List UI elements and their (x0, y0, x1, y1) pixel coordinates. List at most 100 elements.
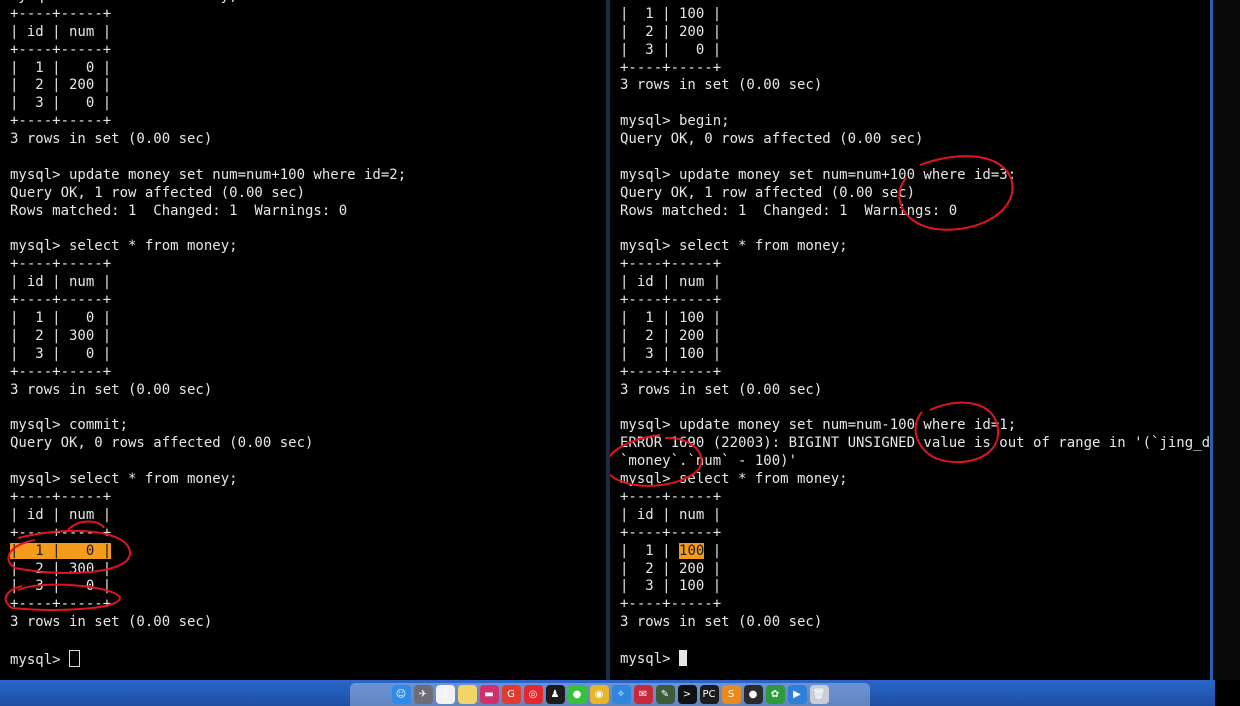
left-terminal-line (10, 221, 406, 239)
right-terminal-line-text: | id | num | (620, 506, 722, 523)
right-terminal-prompt-line[interactable]: mysql> (620, 649, 1210, 668)
right-terminal-line-text: +----+-----+ (620, 0, 721, 4)
left-terminal-line: | id | num | (10, 507, 406, 525)
left-terminal-line-text: Rows matched: 1 Changed: 1 Warnings: 0 (10, 202, 348, 219)
right-terminal-line: | 3 | 0 | (620, 42, 1210, 60)
left-terminal-line: +----+-----+ (10, 525, 406, 543)
finder-icon[interactable]: ☺ (391, 685, 411, 704)
right-terminal-line-text: +----+-----+ (620, 256, 722, 273)
left-terminal-line-text: | id | num | (10, 23, 112, 40)
left-terminal-line (10, 399, 406, 417)
pycharm-icon[interactable]: PC (699, 685, 719, 704)
safari-icon[interactable]: ✧ (611, 685, 631, 704)
left-terminal-line: +----+-----+ (10, 292, 406, 310)
music-app-icon[interactable]: G (501, 685, 521, 704)
right-terminal-line-text: 3 rows in set (0.00 sec) (620, 77, 823, 94)
right-terminal-line-text: `money`.`num` - 100)' (620, 453, 798, 470)
left-terminal-line-text: | id | num | (10, 506, 112, 523)
right-terminal-pane[interactable]: +----+-----+| 1 | 100 || 2 | 200 || 3 | … (610, 0, 1210, 680)
right-terminal-line: +----+-----+ (620, 60, 1210, 78)
right-terminal-line: mysql> update money set num=num+100 wher… (620, 167, 1210, 185)
left-terminal-line: Rows matched: 1 Changed: 1 Warnings: 0 (10, 203, 406, 221)
netease-icon[interactable]: ✉ (633, 685, 653, 704)
left-terminal-line-text: | 1 | 0 | (10, 310, 112, 327)
left-terminal-line: | id | num | (10, 24, 406, 42)
left-terminal-line: +----+-----+ (10, 113, 406, 131)
left-terminal-line: +----+-----+ (10, 489, 406, 507)
left-terminal-line-text: 3 rows in set (0.00 sec) (10, 381, 213, 398)
left-terminal-line: | 1 | 0 | (10, 542, 406, 561)
left-terminal-cursor (69, 649, 81, 667)
right-terminal-line-text: 3 rows in set (0.00 sec) (620, 614, 823, 631)
left-terminal-line (10, 632, 406, 650)
right-terminal-line-text: 3 rows in set (0.00 sec) (620, 381, 823, 398)
photo-app-icon[interactable]: ▬ (479, 685, 499, 704)
right-terminal-line-text: +----+-----+ (620, 488, 722, 505)
right-terminal-line: | id | num | (620, 274, 1210, 292)
right-terminal-line (620, 399, 1210, 417)
left-terminal-line-text: +----+-----+ (10, 256, 112, 273)
right-terminal-line: ERROR 1690 (22003): BIGINT UNSIGNED valu… (620, 435, 1210, 453)
left-terminal-line-text: +----+-----+ (10, 41, 112, 58)
right-terminal-line: Rows matched: 1 Changed: 1 Warnings: 0 (620, 203, 1210, 221)
right-terminal-line-text: | 1 | 100 | (620, 310, 722, 327)
right-terminal-line-text: mysql> update money set num=num+100 wher… (620, 166, 1017, 183)
left-terminal-highlighted-row: | 1 | 0 | (10, 542, 112, 559)
left-terminal-line: 3 rows in set (0.00 sec) (10, 614, 406, 632)
left-terminal-line: +----+-----+ (10, 256, 406, 274)
right-terminal-line-text: mysql> update money set num=num-100 wher… (620, 417, 1017, 434)
left-terminal-line (10, 453, 406, 471)
left-terminal-line: | 2 | 300 | (10, 328, 406, 346)
qq-icon[interactable]: ♟ (545, 685, 565, 704)
notes-icon[interactable] (457, 685, 477, 704)
left-terminal-line-text: mysql> commit; (10, 417, 129, 434)
right-terminal-line: mysql> update money set num=num-100 wher… (620, 417, 1210, 435)
activity-icon[interactable]: ✎ (655, 685, 675, 704)
left-terminal-line-text: 3 rows in set (0.00 sec) (10, 131, 213, 148)
left-terminal-line-text: +----+-----+ (10, 363, 112, 380)
left-terminal-line-text: | 1 | 0 | (10, 59, 112, 76)
right-terminal-line: +----+-----+ (620, 596, 1210, 614)
dock: ☺ ✈ 1 ▬ G ◎ ♟ ● ◉ ✧ ✉ ✎ > PC S ● ✿ ▶ 🗑 (350, 683, 870, 706)
right-terminal-line: +----+-----+ (620, 256, 1210, 274)
xmind-icon[interactable]: ✿ (765, 685, 785, 704)
right-terminal-line: `money`.`num` - 100)' (620, 453, 1210, 471)
left-terminal-line: +----+-----+ (10, 6, 406, 24)
right-terminal-highlighted-value: 100 (679, 542, 705, 559)
chrome-icon[interactable]: ◉ (589, 685, 609, 704)
launchpad-icon[interactable]: ✈ (413, 685, 433, 704)
left-terminal-line: +----+-----+ (10, 364, 406, 382)
right-terminal-output: +----+-----+| 1 | 100 || 2 | 200 || 3 | … (620, 0, 1210, 668)
right-terminal-line-text: Query OK, 1 row affected (0.00 sec) (620, 184, 916, 201)
quicktime-icon[interactable]: ▶ (787, 685, 807, 704)
left-terminal-line-text: | 2 | 300 | (10, 327, 112, 344)
right-terminal-line-text: +----+-----+ (620, 363, 722, 380)
obs-icon[interactable]: ● (743, 685, 763, 704)
left-terminal-line: 3 rows in set (0.00 sec) (10, 131, 406, 149)
right-terminal-line: | 1 | 100 | (620, 310, 1210, 328)
left-terminal-prompt-line[interactable]: mysql> (10, 649, 406, 668)
right-terminal-line (620, 632, 1210, 650)
right-terminal-line (620, 149, 1210, 167)
wechat-icon[interactable]: ● (567, 685, 587, 704)
left-terminal-pane[interactable]: mysql> select * from money;+----+-----+|… (0, 0, 606, 680)
right-terminal-line: | id | num | (620, 507, 1210, 525)
left-terminal-output: mysql> select * from money;+----+-----+|… (10, 0, 406, 668)
left-terminal-line: mysql> select * from money; (10, 238, 406, 256)
right-terminal-cursor (679, 649, 688, 666)
sublime-icon[interactable]: S (721, 685, 741, 704)
trash-icon[interactable]: 🗑 (809, 685, 829, 704)
right-terminal-line: mysql> select * from money; (620, 471, 1210, 489)
right-terminal-line-text: | 2 | 200 | (620, 23, 722, 40)
terminal-icon[interactable]: > (677, 685, 697, 704)
left-terminal-line: 3 rows in set (0.00 sec) (10, 382, 406, 400)
right-terminal-line-text: | 2 | 200 | (620, 327, 722, 344)
calendar-icon[interactable]: 1 (435, 685, 455, 704)
right-terminal-line-text: | 3 | 0 | (620, 41, 722, 58)
left-terminal-line-text: +----+-----+ (10, 524, 112, 541)
right-terminal-line-text: +----+-----+ (620, 292, 722, 309)
netease-music-icon[interactable]: ◎ (523, 685, 543, 704)
left-terminal-line (10, 149, 406, 167)
left-terminal-line-text: | 3 | 0 | (10, 345, 112, 362)
left-terminal-line-text: | id | num | (10, 274, 112, 291)
